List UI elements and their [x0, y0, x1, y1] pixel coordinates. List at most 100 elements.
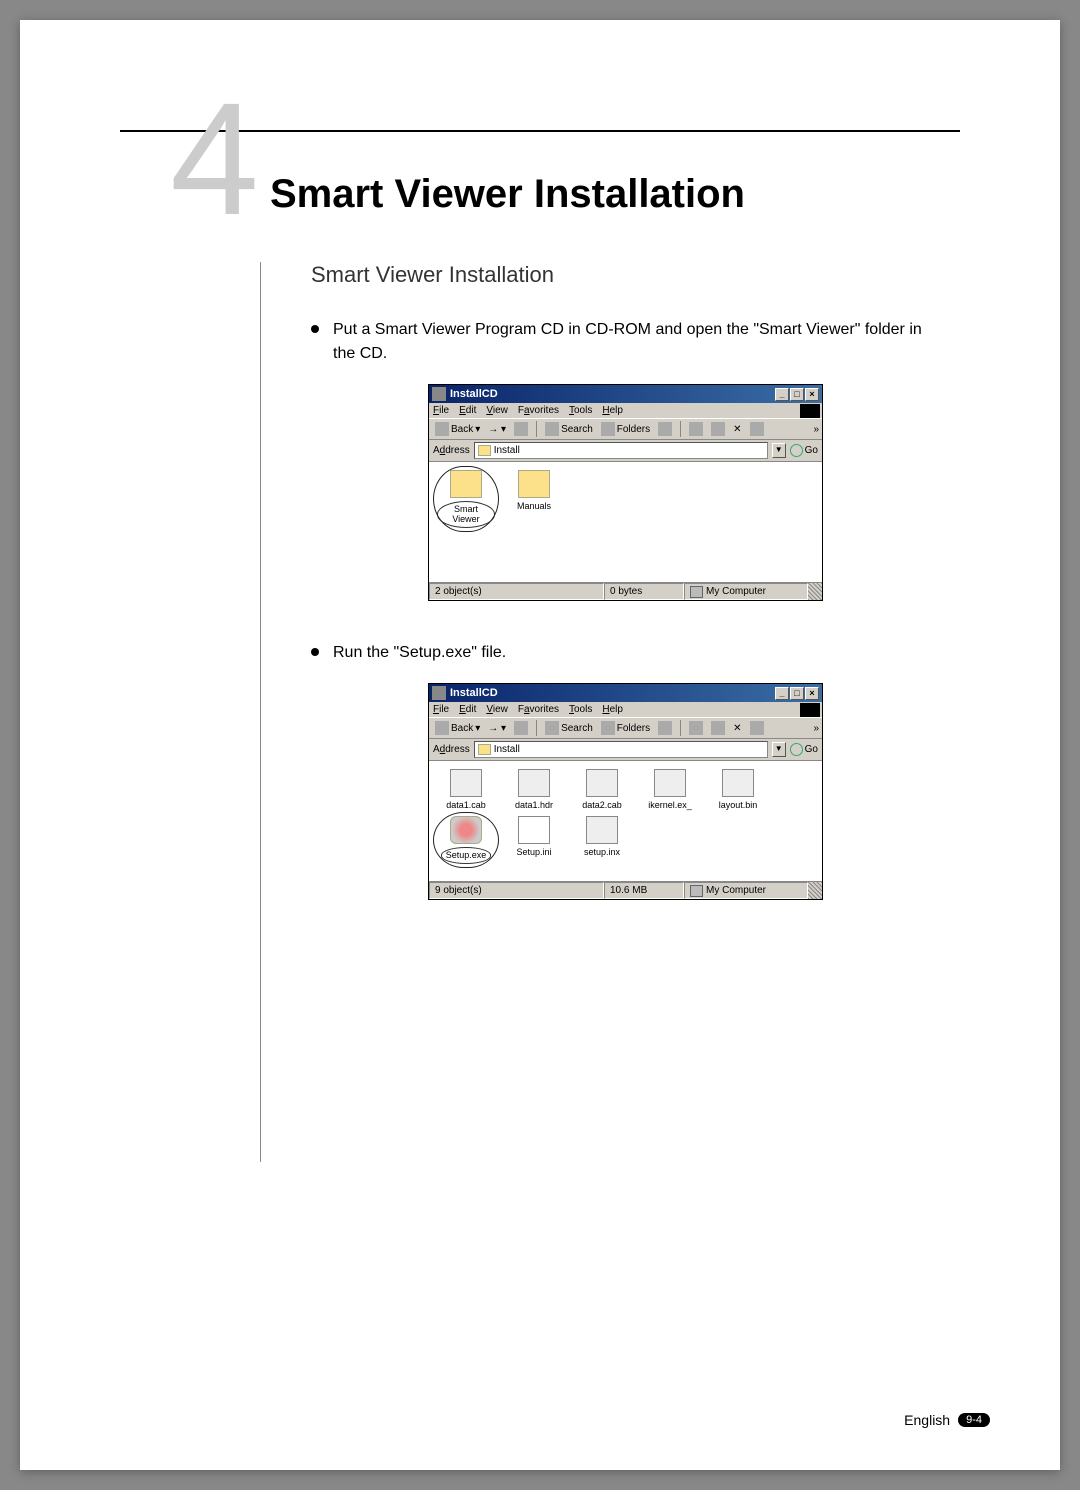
file-icon	[586, 769, 618, 797]
go-label: Go	[805, 445, 818, 456]
back-label: Back	[451, 723, 473, 734]
up-button[interactable]	[512, 421, 530, 437]
window-title: InstallCD	[450, 388, 775, 400]
file-pane[interactable]: Smart Viewer Manuals	[429, 462, 822, 582]
file-ikernel-ex[interactable]: ikernel.ex_	[641, 769, 699, 810]
explorer-window-1: InstallCD _ □ × File Edit View Favorites…	[428, 384, 823, 601]
menubar: File Edit View Favorites Tools Help	[429, 403, 822, 418]
copy-button[interactable]	[709, 421, 727, 437]
toolbar-overflow-button[interactable]: »	[813, 723, 819, 734]
history-button[interactable]	[656, 421, 674, 437]
undo-button[interactable]	[748, 720, 766, 736]
menu-tools[interactable]: Tools	[569, 704, 592, 715]
folders-button[interactable]: Folders	[599, 421, 652, 437]
bullet-icon	[311, 325, 319, 333]
menubar: File Edit View Favorites Tools Help	[429, 702, 822, 717]
file-data1-hdr[interactable]: data1.hdr	[505, 769, 563, 810]
file-icon	[586, 816, 618, 844]
history-icon	[658, 721, 672, 735]
folders-label: Folders	[617, 424, 650, 435]
file-data1-cab[interactable]: data1.cab	[437, 769, 495, 810]
close-button[interactable]: ×	[805, 388, 819, 401]
menu-tools[interactable]: Tools	[569, 405, 592, 416]
resize-grip[interactable]	[808, 583, 822, 600]
move-button[interactable]	[687, 720, 705, 736]
bullet-text: Put a Smart Viewer Program CD in CD-ROM …	[333, 318, 940, 366]
back-button[interactable]: Back ▾	[433, 720, 482, 736]
search-icon	[545, 422, 559, 436]
resize-grip[interactable]	[808, 882, 822, 899]
close-button[interactable]: ×	[805, 687, 819, 700]
file-icon	[450, 769, 482, 797]
folders-button[interactable]: Folders	[599, 720, 652, 736]
folder-smart-viewer[interactable]: Smart Viewer	[437, 470, 495, 528]
file-setup-ini[interactable]: Setup.ini	[505, 816, 563, 863]
titlebar[interactable]: InstallCD _ □ ×	[429, 684, 822, 702]
chapter-number: 4	[170, 67, 251, 251]
page-footer: English 9-4	[904, 1412, 990, 1428]
menu-view[interactable]: View	[486, 405, 508, 416]
folders-label: Folders	[617, 723, 650, 734]
toolbar-separator	[680, 720, 681, 736]
menu-file[interactable]: File	[433, 704, 449, 715]
page-number-badge: 9-4	[958, 1413, 990, 1427]
up-button[interactable]	[512, 720, 530, 736]
status-objects: 9 object(s)	[429, 882, 604, 899]
menu-file[interactable]: File	[433, 405, 449, 416]
history-button[interactable]	[656, 720, 674, 736]
move-button[interactable]	[687, 421, 705, 437]
bullet-text: Run the "Setup.exe" file.	[333, 641, 940, 665]
menu-file-rest: ile	[439, 405, 449, 416]
titlebar[interactable]: InstallCD _ □ ×	[429, 385, 822, 403]
file-setup-exe[interactable]: Setup.exe	[437, 816, 495, 863]
toolbar-overflow-button[interactable]: »	[813, 424, 819, 435]
minimize-button[interactable]: _	[775, 388, 789, 401]
window-controls: _ □ ×	[775, 687, 819, 700]
minimize-button[interactable]: _	[775, 687, 789, 700]
file-pane[interactable]: data1.cab data1.hdr data2.cab ikernel.ex…	[429, 761, 822, 881]
maximize-button[interactable]: □	[790, 687, 804, 700]
folder-icon	[478, 744, 491, 755]
addressbar: Address Install ▼ Go	[429, 739, 822, 761]
go-button[interactable]: Go	[790, 743, 818, 756]
search-label: Search	[561, 723, 593, 734]
maximize-button[interactable]: □	[790, 388, 804, 401]
computer-icon	[690, 586, 703, 598]
delete-button[interactable]: ✕	[731, 722, 743, 735]
search-button[interactable]: Search	[543, 421, 595, 437]
menu-help[interactable]: Help	[602, 704, 623, 715]
search-button[interactable]: Search	[543, 720, 595, 736]
chapter-heading: 4 Smart Viewer Installation	[180, 167, 1000, 217]
bullet-item: Run the "Setup.exe" file.	[311, 641, 940, 665]
menu-edit[interactable]: Edit	[459, 405, 476, 416]
toolbar-separator	[680, 421, 681, 437]
forward-button[interactable]: → ▾	[486, 423, 508, 436]
address-value: Install	[494, 445, 520, 456]
file-label: data1.hdr	[515, 800, 553, 810]
menu-edit[interactable]: Edit	[459, 704, 476, 715]
file-icon	[722, 769, 754, 797]
app-icon	[432, 686, 446, 700]
address-dropdown-button[interactable]: ▼	[772, 742, 786, 757]
addressbar: Address Install ▼ Go	[429, 440, 822, 462]
forward-button[interactable]: → ▾	[486, 722, 508, 735]
delete-button[interactable]: ✕	[731, 423, 743, 436]
menu-help[interactable]: Help	[602, 405, 623, 416]
toolbar-separator	[536, 421, 537, 437]
address-dropdown-button[interactable]: ▼	[772, 443, 786, 458]
file-setup-inx[interactable]: setup.inx	[573, 816, 631, 863]
folder-manuals[interactable]: Manuals	[505, 470, 563, 528]
back-button[interactable]: Back ▾	[433, 421, 482, 437]
address-input[interactable]: Install	[474, 442, 768, 459]
undo-button[interactable]	[748, 421, 766, 437]
file-data2-cab[interactable]: data2.cab	[573, 769, 631, 810]
menu-favorites[interactable]: Favorites	[518, 405, 559, 416]
file-layout-bin[interactable]: layout.bin	[709, 769, 767, 810]
go-button[interactable]: Go	[790, 444, 818, 457]
address-input[interactable]: Install	[474, 741, 768, 758]
copy-button[interactable]	[709, 720, 727, 736]
status-size: 10.6 MB	[604, 882, 684, 899]
menu-favorites[interactable]: Favorites	[518, 704, 559, 715]
menu-view[interactable]: View	[486, 704, 508, 715]
section-title: Smart Viewer Installation	[311, 262, 940, 288]
